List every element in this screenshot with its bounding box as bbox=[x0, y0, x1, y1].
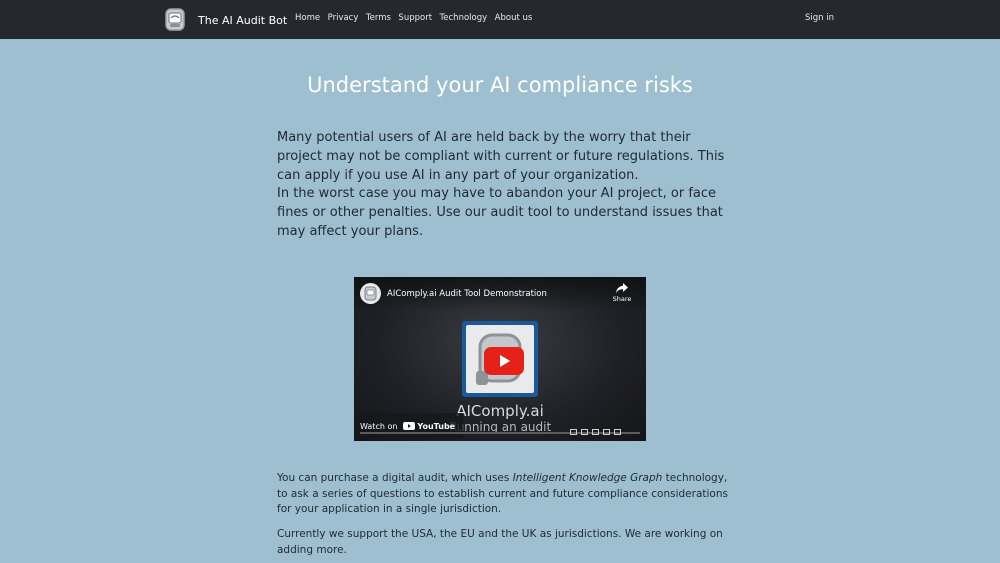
youtube-icon: YouTube bbox=[403, 422, 455, 431]
play-button[interactable] bbox=[484, 347, 524, 375]
sign-in-link[interactable]: Sign in bbox=[805, 13, 834, 23]
main-nav: Home Privacy Terms Support Technology Ab… bbox=[295, 13, 540, 23]
play-icon bbox=[500, 355, 510, 367]
theater-icon[interactable] bbox=[603, 429, 610, 435]
audit-text-start: You can purchase a digital audit, which … bbox=[277, 472, 513, 484]
nav-link-home[interactable]: Home bbox=[295, 13, 320, 23]
robot-logo-icon bbox=[165, 8, 185, 31]
watch-on-label: Watch on bbox=[360, 421, 398, 431]
nav-link-about-us[interactable]: About us bbox=[495, 13, 533, 23]
share-label: Share bbox=[612, 295, 632, 303]
watch-on-youtube-button[interactable]: Watch on YouTube bbox=[354, 413, 464, 439]
intro-paragraph-2: In the worst case you may have to abando… bbox=[277, 186, 723, 239]
share-icon bbox=[616, 283, 628, 293]
youtube-video-embed[interactable]: AIComply.ai Audit Tool Demonstration Sha… bbox=[354, 277, 646, 441]
share-button[interactable]: Share bbox=[611, 283, 633, 303]
video-thumbnail bbox=[462, 321, 538, 397]
settings-icon[interactable] bbox=[581, 429, 588, 435]
jurisdictions-text: Currently we support the USA, the EU and… bbox=[277, 528, 723, 556]
nav-link-support[interactable]: Support bbox=[398, 13, 432, 23]
youtube-label: YouTube bbox=[417, 421, 456, 431]
knowledge-graph-term: Intelligent Knowledge Graph bbox=[512, 472, 663, 484]
intro-paragraph-1: Many potential users of AI are held back… bbox=[277, 130, 725, 183]
nav-link-technology[interactable]: Technology bbox=[440, 13, 488, 23]
intro-text: Many potential users of AI are held back… bbox=[277, 129, 737, 242]
brand-name: The AI Audit Bot bbox=[198, 13, 288, 27]
fullscreen-icon[interactable] bbox=[614, 429, 621, 435]
thumbnail-robot bbox=[466, 325, 534, 393]
youtube-play-glyph bbox=[403, 422, 416, 430]
top-navbar: The AI Audit Bot Home Privacy Terms Supp… bbox=[0, 0, 1000, 39]
captions-icon[interactable] bbox=[570, 429, 577, 435]
nav-link-privacy[interactable]: Privacy bbox=[328, 13, 359, 23]
page-headline: Understand your AI compliance risks bbox=[307, 73, 693, 97]
nav-link-terms[interactable]: Terms bbox=[366, 13, 391, 23]
audit-description: You can purchase a digital audit, which … bbox=[277, 471, 737, 518]
video-title[interactable]: AIComply.ai Audit Tool Demonstration bbox=[387, 289, 547, 299]
video-controls bbox=[566, 429, 621, 435]
channel-avatar-icon[interactable] bbox=[360, 283, 381, 304]
miniplayer-icon[interactable] bbox=[592, 429, 599, 435]
brand-link[interactable]: The AI Audit Bot bbox=[164, 8, 287, 32]
